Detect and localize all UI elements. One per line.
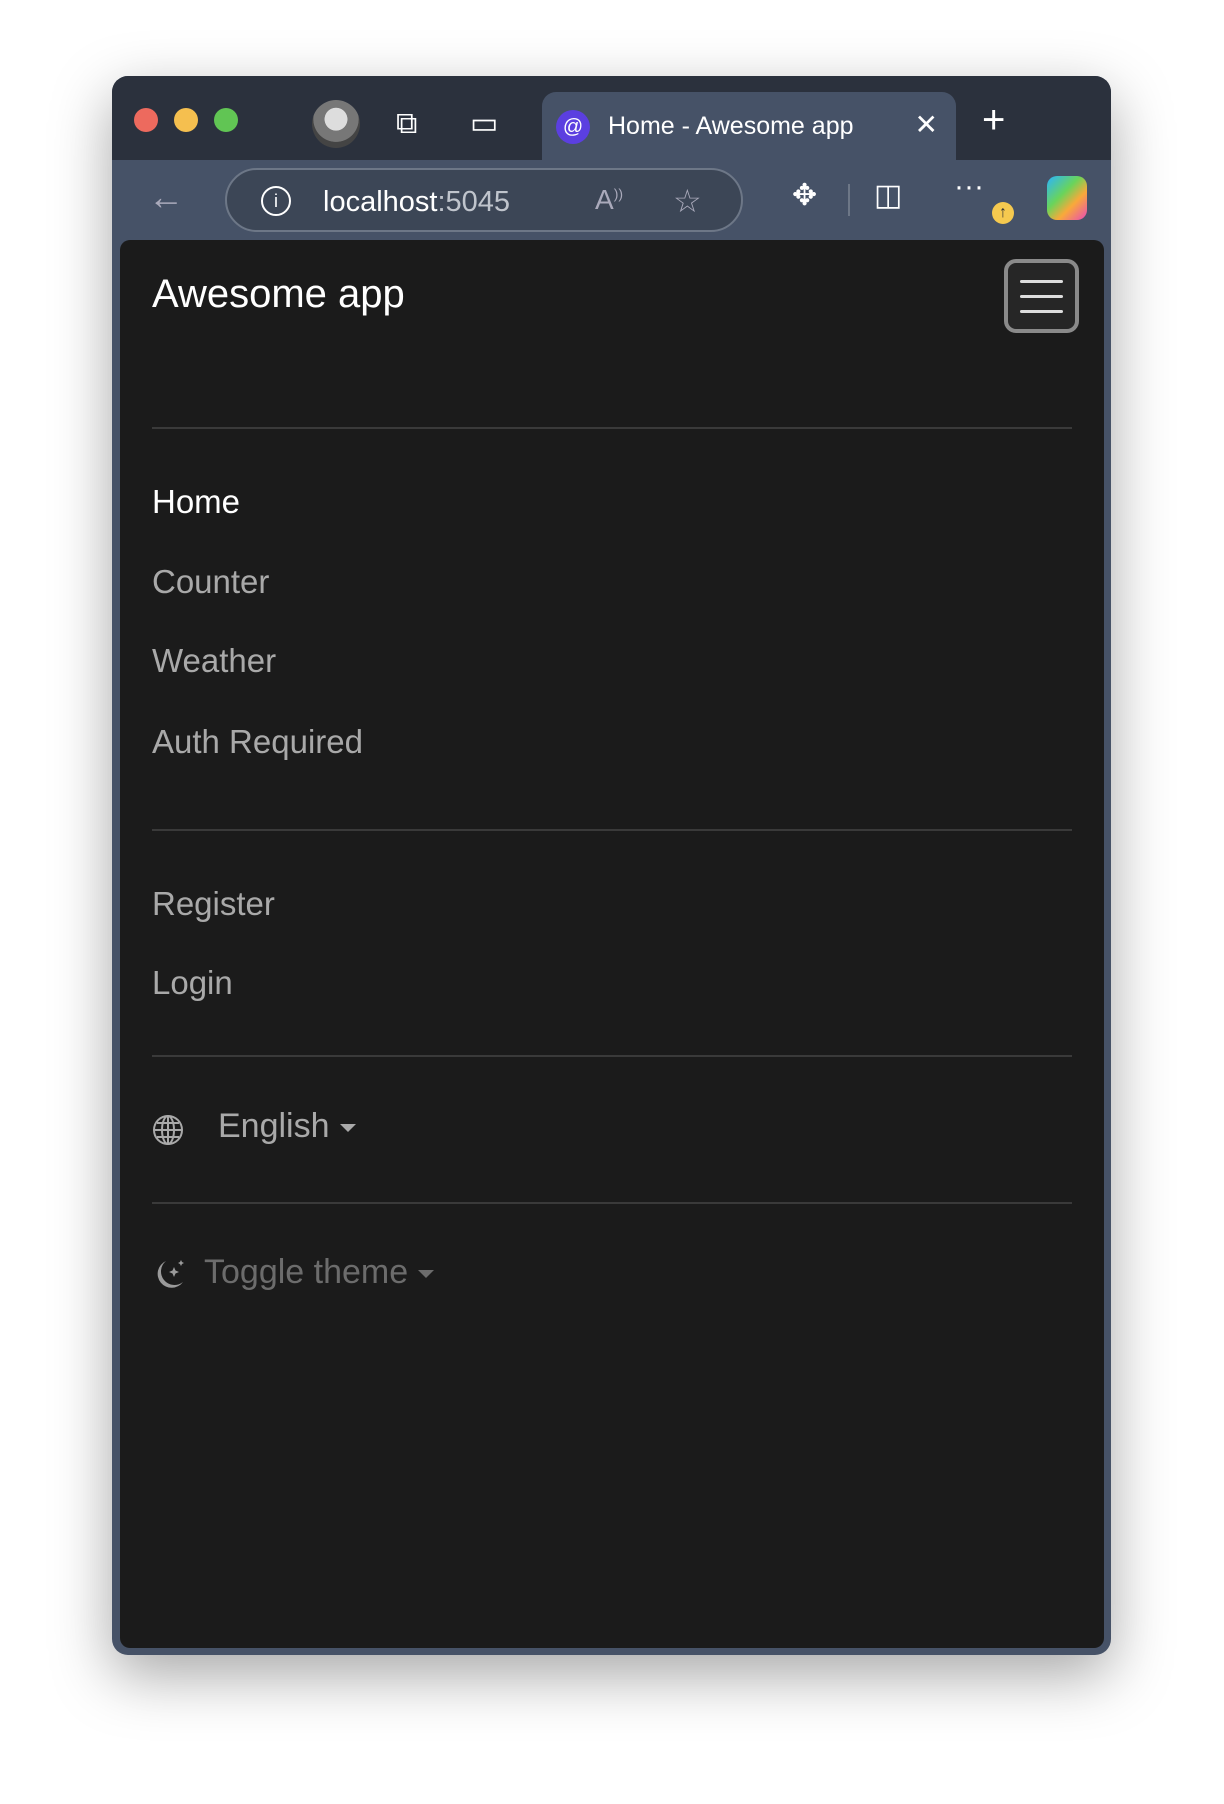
- nav-register[interactable]: Register: [152, 885, 275, 923]
- browser-toolbar: ← i localhost:5045 A)) ☆ ✥ ◫ ··· ↑: [112, 160, 1111, 240]
- theme-label: Toggle theme: [204, 1253, 409, 1291]
- new-tab-button[interactable]: +: [982, 98, 1005, 143]
- update-badge-icon: ↑: [992, 202, 1014, 224]
- language-dropdown[interactable]: English: [218, 1107, 356, 1146]
- browser-window: ⧉ ▭ @ Home - Awesome app ✕ + ← i localho…: [112, 76, 1111, 1655]
- brand-title[interactable]: Awesome app: [152, 272, 405, 317]
- url-text[interactable]: localhost:5045: [323, 186, 510, 219]
- nav-home[interactable]: Home: [152, 483, 240, 521]
- address-bar[interactable]: i localhost:5045 A)) ☆: [225, 168, 743, 232]
- extensions-icon[interactable]: ✥: [792, 178, 817, 213]
- divider: [152, 1202, 1072, 1204]
- language-label: English: [218, 1107, 330, 1145]
- close-tab-icon[interactable]: ✕: [915, 108, 938, 141]
- url-port: :5045: [437, 186, 511, 218]
- close-window-button[interactable]: [134, 108, 158, 132]
- tab-home[interactable]: @ Home - Awesome app ✕: [542, 92, 956, 164]
- app-content: Awesome app Home Counter Weather Auth Re…: [120, 240, 1104, 1648]
- url-host: localhost: [323, 186, 438, 218]
- read-aloud-icon[interactable]: A)): [595, 184, 623, 216]
- nav-weather[interactable]: Weather: [152, 642, 276, 680]
- info-icon[interactable]: i: [261, 186, 291, 216]
- maximize-window-button[interactable]: [214, 108, 238, 132]
- theme-toggle-dropdown[interactable]: Toggle theme: [204, 1253, 435, 1292]
- blazor-icon: @: [556, 110, 590, 144]
- divider: [152, 427, 1072, 429]
- vertical-tabs-icon[interactable]: ▭: [470, 106, 498, 142]
- tab-title: Home - Awesome app: [608, 112, 854, 140]
- caret-down-icon: [418, 1270, 435, 1279]
- more-menu-icon[interactable]: ···: [954, 170, 984, 204]
- minimize-window-button[interactable]: [174, 108, 198, 132]
- globe-icon: [153, 1115, 183, 1145]
- divider: [152, 1055, 1072, 1057]
- favorite-star-icon[interactable]: ☆: [673, 182, 702, 220]
- toolbar-divider: [848, 184, 850, 216]
- profile-avatar[interactable]: [312, 100, 360, 148]
- caret-down-icon: [339, 1124, 356, 1133]
- workspaces-icon[interactable]: ⧉: [396, 106, 417, 142]
- copilot-icon[interactable]: [1047, 176, 1087, 220]
- tab-bar: ⧉ ▭ @ Home - Awesome app ✕ +: [112, 76, 1111, 164]
- back-arrow-icon[interactable]: ←: [148, 176, 184, 218]
- nav-login[interactable]: Login: [152, 964, 233, 1002]
- moon-stars-icon: [157, 1260, 184, 1288]
- nav-counter[interactable]: Counter: [152, 563, 269, 601]
- divider: [152, 829, 1072, 831]
- split-screen-icon[interactable]: ◫: [874, 178, 902, 213]
- menu-toggle-button[interactable]: [1004, 259, 1079, 333]
- nav-auth-required[interactable]: Auth Required: [152, 723, 363, 761]
